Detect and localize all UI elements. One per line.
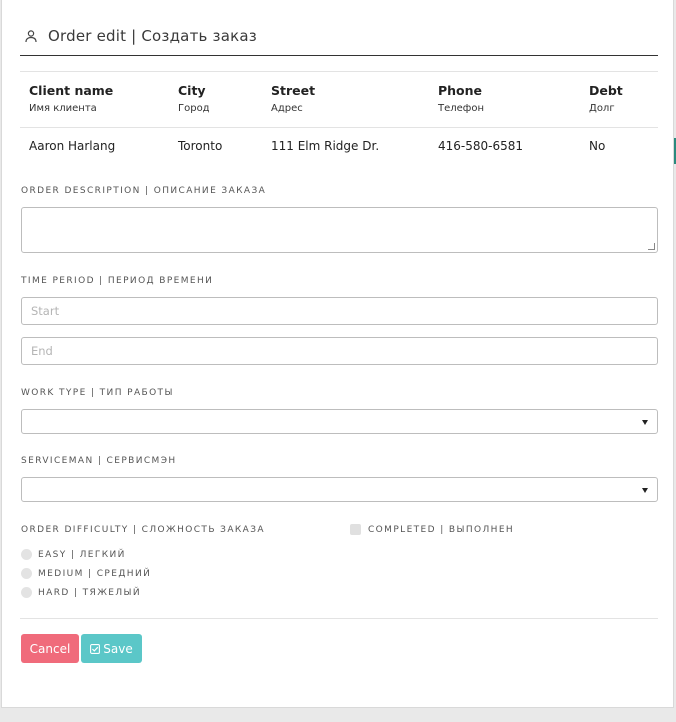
save-label: Save [103, 641, 133, 656]
column-client-name: Client name Имя клиента [29, 83, 114, 114]
radio-hard[interactable]: HARD | ТЯЖЕЛЫЙ [21, 587, 141, 598]
resize-handle[interactable] [648, 243, 655, 250]
description-label: Order description | Описание заказа [21, 186, 267, 196]
column-debt: Debt Долг [589, 83, 623, 114]
end-input[interactable]: End [21, 337, 658, 365]
completed-label: COMPLETED | ВЫПОЛНЕН [368, 524, 515, 535]
cancel-button[interactable]: Cancel [21, 634, 79, 663]
difficulty-label: Order difficulty | Сложность заказа [21, 525, 265, 535]
user-icon [25, 29, 37, 42]
modal-title: Order edit | Создать заказ [48, 26, 257, 45]
order-edit-modal: Order edit | Создать заказ Client name И… [1, 0, 674, 708]
cell-street: 111 Elm Ridge Dr. [271, 139, 380, 153]
save-button[interactable]: Save [81, 634, 142, 663]
radio-label-medium: MEDIUM | СРЕДНИЙ [38, 568, 152, 579]
modal-header: Order edit | Создать заказ [20, 24, 658, 56]
column-street: Street Адрес [271, 83, 316, 114]
client-table: Client name Имя клиента City Город Stree… [20, 71, 658, 166]
time-period-label: Time period | Период времени [21, 276, 214, 286]
work-type-select[interactable] [21, 409, 658, 434]
work-type-label: Work type | Тип работы [21, 388, 174, 398]
check-square-icon [90, 643, 101, 654]
completed-checkbox[interactable]: COMPLETED | ВЫПОЛНЕН [350, 524, 514, 535]
table-row[interactable]: Aaron Harlang Toronto 111 Elm Ridge Dr. … [20, 127, 658, 166]
cancel-label: Cancel [29, 641, 71, 656]
radio-dot[interactable] [21, 587, 32, 598]
table-header-row: Client name Имя клиента City Город Stree… [20, 71, 658, 128]
caret-down-icon [642, 488, 648, 493]
radio-label-hard: HARD | ТЯЖЕЛЫЙ [38, 587, 142, 598]
cell-city: Toronto [178, 139, 223, 153]
serviceman-label: Serviceman | Сервисмэн [21, 456, 177, 466]
footer-divider [20, 618, 658, 619]
column-city: City Город [178, 83, 210, 114]
radio-dot[interactable] [21, 568, 32, 579]
description-textarea[interactable] [21, 207, 658, 253]
cell-debt: No [589, 139, 606, 153]
radio-dot[interactable] [21, 549, 32, 560]
start-input[interactable]: Start [21, 297, 658, 325]
checkbox-box[interactable] [350, 524, 361, 535]
radio-medium[interactable]: MEDIUM | СРЕДНИЙ [21, 568, 151, 579]
serviceman-select[interactable] [21, 477, 658, 502]
column-phone: Phone Телефон [438, 83, 485, 114]
cell-phone: 416-580-6581 [438, 139, 524, 153]
cell-client-name: Aaron Harlang [29, 139, 116, 153]
radio-label-easy: EASY | ЛЕГКИЙ [38, 549, 126, 560]
caret-down-icon [642, 420, 648, 425]
radio-easy[interactable]: EASY | ЛЕГКИЙ [21, 549, 126, 560]
